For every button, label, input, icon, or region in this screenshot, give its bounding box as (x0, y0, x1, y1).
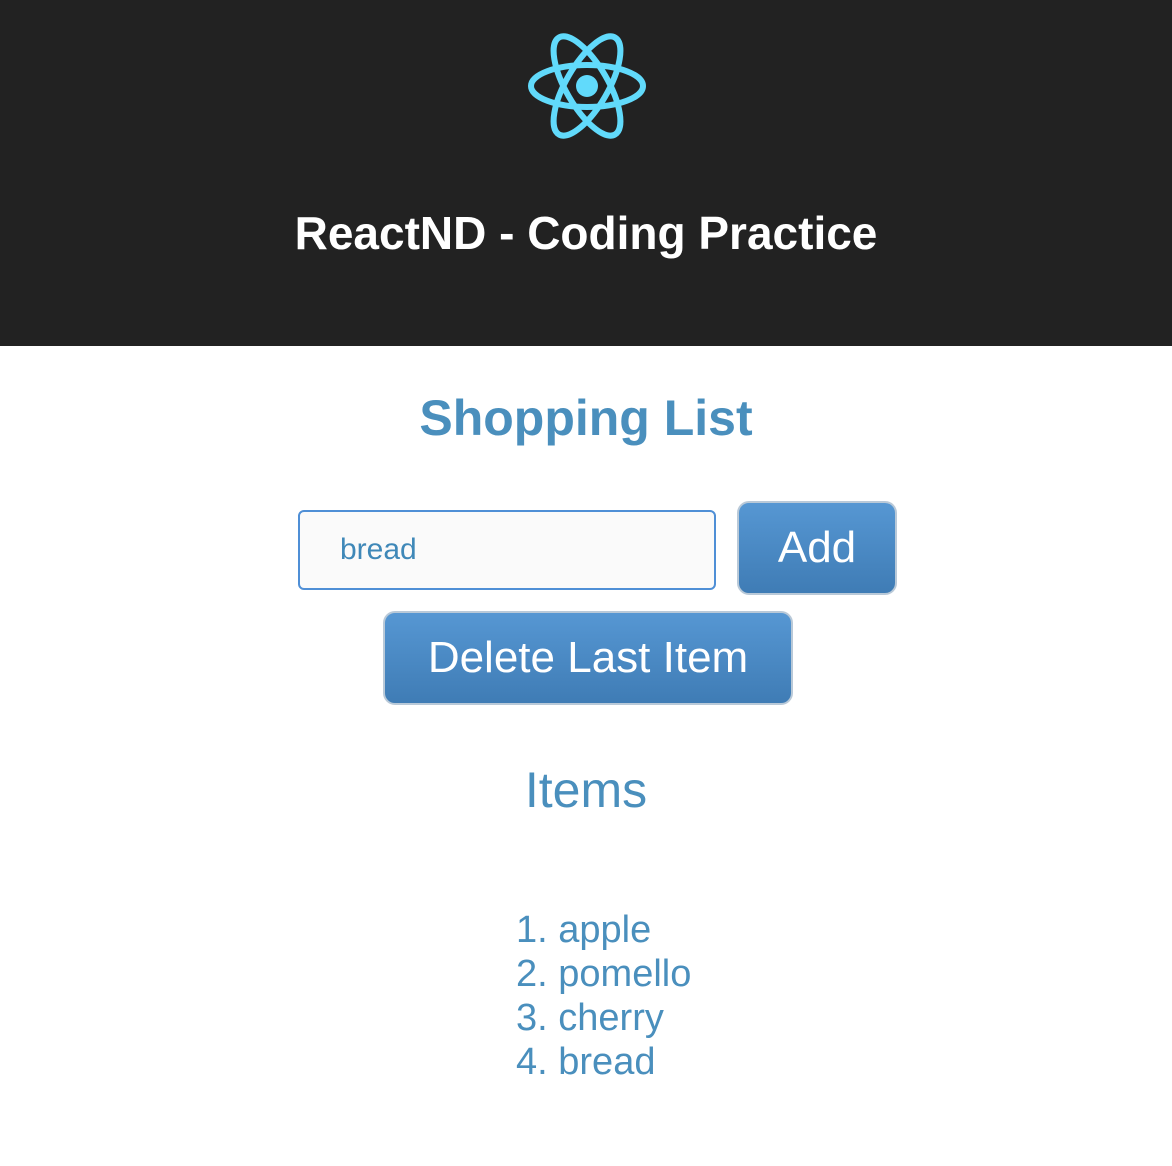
list-item-label: cherry (558, 997, 664, 1039)
app-header: ReactND - Coding Practice (0, 0, 1172, 346)
list-item: 4. bread (516, 1040, 691, 1084)
page-title: Shopping List (419, 390, 753, 446)
list-item-number: 2. (516, 953, 548, 995)
list-item-number: 1. (516, 909, 548, 951)
list-item-number: 4. (516, 1041, 548, 1083)
list-item-label: apple (558, 909, 652, 951)
list-item-label: pomello (558, 953, 692, 995)
list-item: 2. pomello (516, 952, 691, 996)
list-item-number: 3. (516, 997, 548, 1039)
shopping-item-list: 1. apple 2. pomello 3. cherry 4. bread (516, 908, 691, 1084)
list-item: 1. apple (516, 908, 691, 952)
list-item: 3. cherry (516, 996, 691, 1040)
add-button[interactable]: Add (737, 501, 897, 595)
app-title: ReactND - Coding Practice (294, 207, 878, 259)
item-input[interactable] (298, 510, 716, 590)
delete-last-item-button[interactable]: Delete Last Item (383, 611, 793, 705)
list-item-label: bread (558, 1041, 656, 1083)
items-heading: Items (524, 762, 648, 818)
react-atom-icon (528, 33, 646, 139)
